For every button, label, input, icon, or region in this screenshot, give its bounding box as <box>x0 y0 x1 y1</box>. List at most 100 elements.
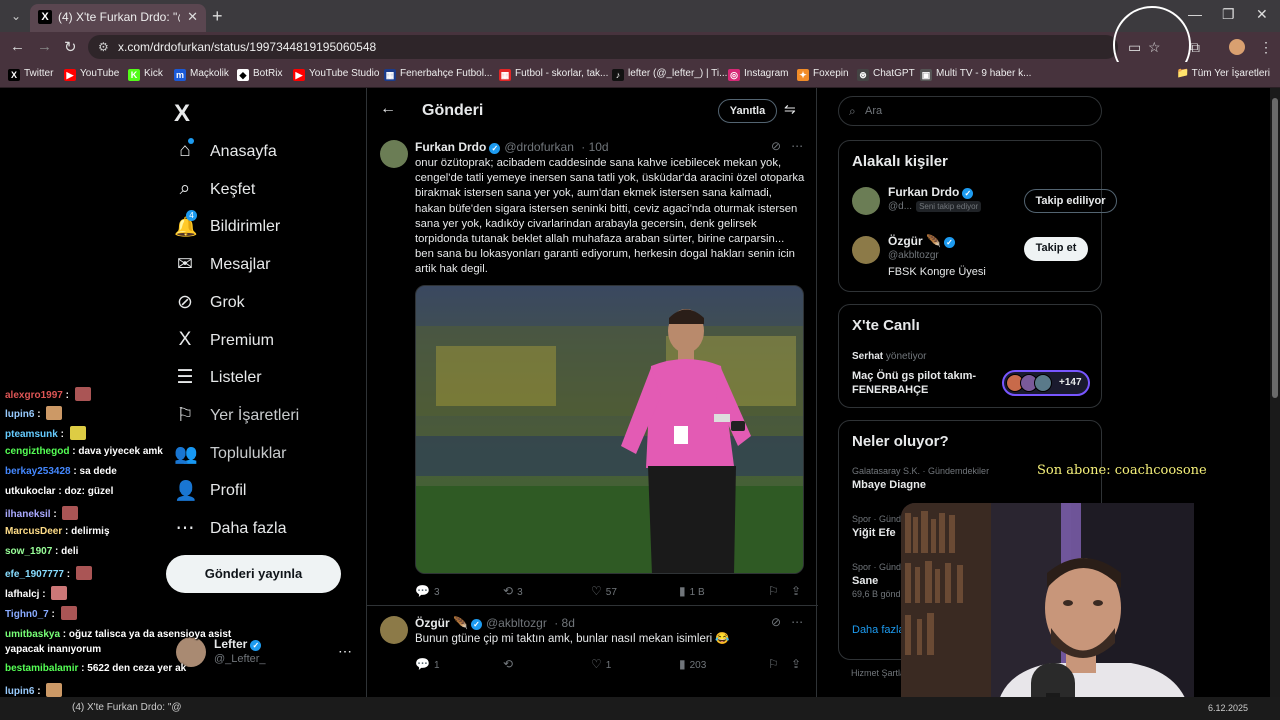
back-arrow-icon[interactable]: ← <box>380 100 396 118</box>
reply-action[interactable]: 💬 1 <box>415 657 440 671</box>
avatar[interactable] <box>380 616 408 644</box>
chat-emote-icon <box>75 566 92 580</box>
tab-close-icon[interactable]: ✕ <box>187 9 198 25</box>
profile-avatar[interactable] <box>1229 39 1245 55</box>
bookmark-item[interactable]: K Kick <box>128 68 163 81</box>
forward-icon[interactable]: → <box>37 38 52 55</box>
address-bar[interactable]: ⚙ x.com/drdofurkan/status/19973448191950… <box>88 35 1118 59</box>
filter-icon[interactable]: ⇋ <box>784 101 796 118</box>
back-icon[interactable]: ← <box>10 38 25 55</box>
reply-author[interactable]: Özgür 🪶 ✓ @akbltozgr · 8d <box>415 616 575 630</box>
tweet-author[interactable]: Furkan Drdo ✓ @drdofurkan · 10d <box>415 140 609 154</box>
chat-message: lupin6 : <box>5 683 63 697</box>
bookmark-item[interactable]: ▦ Futbol - skorlar, tak... <box>499 68 608 81</box>
tweet-handle: @drdofurkan <box>504 140 574 154</box>
views-icon: ▮ <box>679 657 686 671</box>
bookmark-label: YouTube Studio <box>309 68 380 79</box>
chat-message: pteamsunk : <box>5 426 86 440</box>
bookmark-icon[interactable]: ⚐ <box>768 657 783 671</box>
bookmark-item[interactable]: ⊛ ChatGPT <box>857 68 915 81</box>
tweet-image[interactable] <box>415 285 804 574</box>
person-row[interactable]: Furkan Drdo ✓ @d... Seni takip ediyor Taki… <box>852 185 1117 229</box>
chat-username: lafhalcj <box>5 589 40 600</box>
person-bio: FBSK Kongre Üyesi <box>888 266 986 278</box>
reply-action[interactable]: 💬 3 <box>415 584 440 598</box>
reply-icon: 💬 <box>415 584 430 598</box>
bookmark-item[interactable]: ▣ Multi TV - 9 haber k... <box>920 68 1031 81</box>
bookmark-item[interactable]: ▶ YouTube Studio <box>293 68 379 81</box>
chat-username: umitbaskya <box>5 629 61 640</box>
live-title[interactable]: Maç Önü gs pilot takım-FENERBAHÇE <box>852 369 997 397</box>
card-title: X'te Canlı <box>852 317 920 334</box>
follow-button[interactable]: Takip et <box>1024 237 1088 261</box>
bookmark-item[interactable]: ◎ Instagram <box>728 68 788 81</box>
page-title: Gönderi <box>422 102 484 119</box>
bookmark-label: Foxepin <box>813 68 849 79</box>
tweet-actions: 💬 3 ⟲ 3 ♡ 57 ▮ 1 B ⚐ ⇪ <box>415 584 805 602</box>
maximize-icon[interactable]: ❐ <box>1222 6 1235 23</box>
bookmark-item[interactable]: m Maçkolik <box>174 68 229 81</box>
reply-button[interactable]: Yanıtla <box>718 99 777 123</box>
site-info-icon[interactable]: ⚙ <box>98 40 109 54</box>
retweet-action[interactable]: ⟲ <box>503 657 517 671</box>
avatar <box>1034 374 1052 392</box>
browser-tab[interactable]: X (4) X'te Furkan Drdo: "@akbltozgr ✕ <box>30 4 206 32</box>
grok-icon[interactable]: ⊘ <box>771 139 781 153</box>
following-button[interactable]: Takip ediliyor <box>1024 189 1117 213</box>
bookmark-label: lefter (@_lefter_) | Ti... <box>628 68 728 79</box>
streamer-webcam <box>901 503 1194 720</box>
chat-username: efe_1907777 <box>5 569 64 580</box>
all-bookmarks[interactable]: 📁 Tüm Yer İşaretleri <box>1177 68 1270 79</box>
bookmark-item[interactable]: ▶ YouTube <box>64 68 119 81</box>
share-icon[interactable]: ⇪ <box>791 584 805 598</box>
retweet-icon: ⟲ <box>503 657 514 671</box>
bookmark-item[interactable]: X Twitter <box>8 68 53 81</box>
card-title: Alakalı kişiler <box>852 153 948 170</box>
chat-username: sow_1907 <box>5 546 53 557</box>
more-icon[interactable]: ⋯ <box>338 643 352 660</box>
more-icon[interactable]: ⋯ <box>791 615 803 629</box>
page-scrollbar[interactable] <box>1270 88 1280 720</box>
search-input[interactable]: ⌕ Ara <box>838 96 1102 126</box>
taskbar-window-title[interactable]: (4) X'te Furkan Drdo: "@ <box>72 702 182 713</box>
notification-badge: 4 <box>186 210 197 221</box>
person-row[interactable]: Özgür 🪶 ✓ @akbltozgr FBSK Kongre Üyesi Ta… <box>852 234 1092 278</box>
bookmark-item[interactable]: ◆ BotRix <box>237 68 282 81</box>
bookmark-item[interactable]: ▦ Fenerbahçe Futbol... <box>384 68 492 81</box>
more-icon[interactable]: ⋯ <box>791 139 803 153</box>
verified-icon: ✓ <box>250 640 262 651</box>
new-tab-icon[interactable]: + <box>212 6 223 27</box>
tab-search-icon[interactable]: ⌄ <box>6 6 26 26</box>
scrollbar-thumb[interactable] <box>1272 98 1278 398</box>
like-action[interactable]: ♡ 1 <box>591 657 611 671</box>
like-action[interactable]: ♡ 57 <box>591 584 617 598</box>
chat-text: delirmiş <box>71 526 110 537</box>
avatar[interactable] <box>380 140 408 168</box>
grok-icon[interactable]: ⊘ <box>771 615 781 629</box>
chat-username: pteamsunk <box>5 429 58 440</box>
live-listeners[interactable]: +147 <box>1002 370 1090 396</box>
avatar <box>852 187 880 215</box>
window-close-icon[interactable]: ✕ <box>1256 6 1268 23</box>
reload-icon[interactable]: ↻ <box>64 38 77 56</box>
chat-emote-icon <box>62 506 79 520</box>
bookmark-item[interactable]: ✦ Foxepin <box>797 68 849 81</box>
show-more-link[interactable]: Daha fazla <box>852 624 905 636</box>
bookmark-icon[interactable]: ⚐ <box>768 584 783 598</box>
chat-message: MarcusDeer : delirmiş <box>5 526 110 537</box>
bookmark-item[interactable]: ♪ lefter (@_lefter_) | Ti... <box>612 68 727 81</box>
views-action[interactable]: ▮ 203 <box>679 657 706 671</box>
stream-chat-overlay: alexgro1997 : lupin6 : pteamsunk : cengi… <box>0 383 240 720</box>
footer-links[interactable]: Hizmet Şartla <box>851 668 905 678</box>
views-action[interactable]: ▮ 1 B <box>679 584 705 598</box>
chat-message: cengizthegod : dava yiyecek amk <box>5 446 163 457</box>
retweet-action[interactable]: ⟲ 3 <box>503 584 523 598</box>
retweet-icon: ⟲ <box>503 584 514 598</box>
chat-text: 5622 den ceza yer ak <box>87 663 187 674</box>
browser-menu-icon[interactable]: ⋮ <box>1259 39 1273 56</box>
extensions-icon[interactable]: ⧉ <box>1190 39 1200 56</box>
chat-username: Tighn0_7 <box>5 609 49 620</box>
share-icon[interactable]: ⇪ <box>791 657 805 671</box>
x-logo[interactable]: X <box>174 100 190 128</box>
minimize-icon[interactable]: — <box>1188 6 1202 22</box>
